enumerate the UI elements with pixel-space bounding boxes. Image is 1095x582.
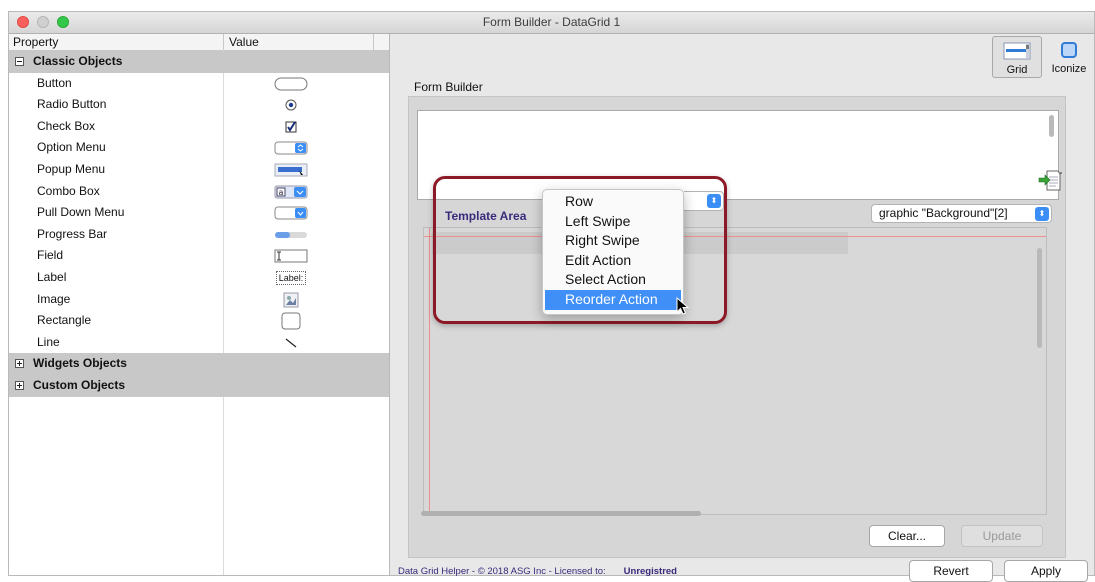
canvas-horizontal-scrollbar[interactable] bbox=[421, 511, 701, 516]
popup-menu-icon bbox=[271, 162, 311, 178]
checkbox-icon bbox=[271, 119, 311, 135]
guide-line bbox=[429, 228, 430, 514]
grid-button[interactable]: Grid bbox=[992, 36, 1042, 78]
line-icon bbox=[271, 335, 311, 351]
field-icon bbox=[271, 248, 311, 264]
rectangle-icon bbox=[271, 312, 311, 330]
button-shape-icon bbox=[271, 76, 311, 92]
background-select[interactable]: graphic "Background"[2] ⬍ bbox=[871, 204, 1052, 223]
menu-item-left-swipe[interactable]: Left Swipe bbox=[543, 212, 683, 232]
list-item-combo-box[interactable]: Combo Box a bbox=[9, 181, 389, 203]
list-item-popup-menu[interactable]: Popup Menu bbox=[9, 159, 389, 181]
form-builder-frame: Template Area graphic "Background"[2] ⬍ … bbox=[408, 96, 1066, 558]
textarea-scrollbar[interactable] bbox=[1049, 115, 1054, 137]
list-item-check-box[interactable]: Check Box bbox=[9, 116, 389, 138]
pull-down-menu-icon bbox=[271, 205, 311, 221]
import-script-icon[interactable] bbox=[1038, 168, 1062, 192]
apply-button[interactable]: Apply bbox=[1004, 560, 1088, 582]
list-item-radio-button[interactable]: Radio Button bbox=[9, 94, 389, 116]
status-text: Data Grid Helper - © 2018 ASG Inc - Lice… bbox=[398, 566, 606, 577]
update-button[interactable]: Update bbox=[961, 525, 1043, 547]
list-item-image[interactable]: Image bbox=[9, 289, 389, 311]
menu-item-right-swipe[interactable]: Right Swipe bbox=[543, 231, 683, 251]
list-item-field[interactable]: Field bbox=[9, 245, 389, 267]
menu-item-row[interactable]: Row bbox=[543, 192, 683, 212]
expand-icon[interactable] bbox=[15, 380, 24, 390]
list-item-line[interactable]: Line bbox=[9, 332, 389, 354]
status-bar: Data Grid Helper - © 2018 ASG Inc - Lice… bbox=[398, 566, 677, 577]
widgets-objects-group[interactable]: Widgets Objects bbox=[9, 353, 389, 375]
expand-icon[interactable] bbox=[15, 359, 24, 369]
mouse-pointer-icon bbox=[676, 297, 690, 315]
window-title: Form Builder - DataGrid 1 bbox=[482, 15, 621, 29]
list-item-button[interactable]: Button bbox=[9, 73, 389, 95]
menu-item-select-action[interactable]: Select Action bbox=[543, 270, 683, 290]
license-status: Unregistred bbox=[623, 566, 677, 577]
list-item-pull-down-menu[interactable]: Pull Down Menu bbox=[9, 202, 389, 224]
list-item-rectangle[interactable]: Rectangle bbox=[9, 310, 389, 332]
combo-box-icon: a bbox=[271, 184, 311, 200]
menu-item-reorder-action[interactable]: Reorder Action bbox=[545, 289, 681, 310]
chevron-updown-icon: ⬍ bbox=[707, 194, 721, 208]
template-type-menu[interactable]: Row Left Swipe Right Swipe Edit Action S… bbox=[542, 189, 684, 315]
template-type-select[interactable]: ⬍ bbox=[684, 191, 724, 211]
clear-button[interactable]: Clear... bbox=[869, 525, 945, 547]
chevron-updown-icon: ⬍ bbox=[1035, 207, 1049, 221]
svg-text:a: a bbox=[279, 188, 284, 197]
list-item-progress-bar[interactable]: Progress Bar bbox=[9, 224, 389, 246]
progress-bar-icon bbox=[271, 227, 311, 243]
iconize-button[interactable]: Iconize bbox=[1046, 36, 1092, 76]
property-panel: Property Value Classic Objects Button Ra… bbox=[9, 34, 390, 575]
image-icon bbox=[271, 292, 311, 308]
list-item-option-menu[interactable]: Option Menu bbox=[9, 137, 389, 159]
option-menu-icon bbox=[271, 140, 311, 156]
iconize-icon bbox=[1061, 42, 1077, 58]
canvas-vertical-scrollbar[interactable] bbox=[1037, 248, 1042, 348]
value-column-header[interactable]: Value bbox=[229, 35, 259, 49]
classic-objects-group[interactable]: Classic Objects bbox=[9, 51, 389, 73]
property-column-header[interactable]: Property bbox=[13, 35, 58, 49]
grid-icon bbox=[1003, 42, 1031, 60]
form-builder-label: Form Builder bbox=[414, 80, 483, 94]
title-bar[interactable]: Form Builder - DataGrid 1 bbox=[9, 12, 1094, 34]
list-item-label[interactable]: Label Label: bbox=[9, 267, 389, 289]
custom-objects-group[interactable]: Custom Objects bbox=[9, 374, 389, 397]
property-list: Classic Objects Button Radio Button Chec… bbox=[9, 51, 389, 397]
menu-item-edit-action[interactable]: Edit Action bbox=[543, 251, 683, 271]
revert-button[interactable]: Revert bbox=[909, 560, 993, 582]
collapse-icon[interactable] bbox=[15, 57, 24, 66]
radio-button-icon bbox=[271, 97, 311, 113]
property-table-header: Property Value bbox=[9, 34, 389, 51]
label-icon: Label: bbox=[271, 270, 311, 286]
